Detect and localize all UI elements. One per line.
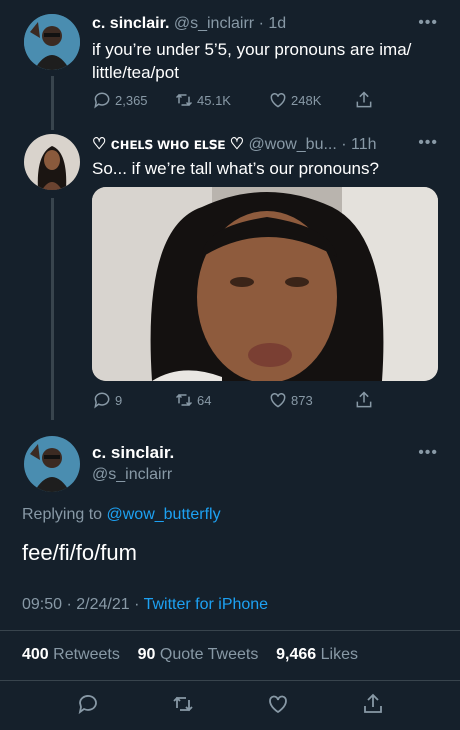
engagement-stats: 400 Retweets 90 Quote Tweets 9,466 Likes (22, 646, 358, 664)
retweets-stat[interactable]: 400 Retweets (22, 646, 124, 663)
retweet-total: 400 (22, 646, 49, 663)
tweet2-text: So... if we’re tall what’s our pronouns? (92, 159, 379, 178)
display-name[interactable]: ♡ ᴄʜᴇʟꜱ ᴡʜᴏ ᴇʟꜱᴇ ♡ (92, 136, 244, 153)
tweet1-header: c. sinclair. @s_inclairr · 1d (92, 15, 286, 33)
like-count: 873 (291, 392, 313, 408)
share-button[interactable] (354, 90, 377, 110)
thread-line-1 (51, 76, 54, 130)
share-icon[interactable] (361, 692, 385, 716)
tweet-text-line: little/tea/pot (92, 63, 179, 82)
tweet1-actions: 2,365 45.1K 248K (92, 90, 377, 110)
replying-to-link[interactable]: @wow_butterfly (107, 506, 221, 523)
retweet-icon (175, 93, 193, 107)
quote-label: Quote Tweets (159, 646, 259, 663)
like-button[interactable]: 873 (268, 390, 354, 410)
retweet-icon (175, 393, 193, 407)
reply-count: 9 (115, 392, 123, 408)
reply-icon (94, 92, 110, 109)
more-icon[interactable]: ••• (418, 14, 438, 32)
share-icon (356, 91, 372, 108)
tweet-text-line: if you’re under 5’5, your pronouns are i… (92, 40, 412, 59)
replying-to: Replying to @wow_butterfly (22, 506, 221, 524)
thread-line-2 (51, 198, 54, 420)
tweet1-text: if you’re under 5’5, your pronouns are i… (92, 38, 411, 84)
quote-tweets-stat[interactable]: 90 Quote Tweets (138, 646, 263, 663)
tweet-media-image[interactable] (92, 187, 438, 381)
divider (0, 680, 460, 681)
retweet-label: Retweets (53, 646, 120, 663)
replying-prefix: Replying to (22, 506, 103, 523)
share-button[interactable] (354, 390, 377, 410)
like-total: 9,466 (276, 646, 317, 663)
main-handle[interactable]: @s_inclairr (92, 466, 172, 484)
timestamp[interactable]: · 1d (259, 15, 287, 32)
like-label: Likes (320, 646, 358, 663)
like-icon (270, 392, 286, 408)
avatar[interactable] (24, 134, 80, 190)
display-name[interactable]: c. sinclair. (92, 15, 169, 32)
share-icon (356, 391, 372, 408)
avatar[interactable] (24, 14, 80, 70)
main-display-name[interactable]: c. sinclair. (92, 443, 174, 463)
likes-stat[interactable]: 9,466 Likes (276, 646, 358, 663)
retweet-count: 45.1K (197, 92, 231, 108)
tweet-source[interactable]: Twitter for iPhone (144, 596, 269, 613)
like-button[interactable]: 248K (268, 90, 354, 110)
avatar[interactable] (24, 436, 80, 492)
reply-icon[interactable] (76, 692, 100, 716)
reply-button[interactable]: 2,365 (92, 90, 174, 110)
like-count: 248K (291, 92, 322, 108)
tweet-meta: 09:50 · 2/24/21 · Twitter for iPhone (22, 596, 268, 614)
reply-count: 2,365 (115, 92, 148, 108)
main-tweet-text: fee/fi/fo/fum (22, 540, 137, 565)
quote-total: 90 (137, 646, 156, 663)
retweet-count: 64 (197, 392, 212, 408)
retweet-button[interactable]: 45.1K (174, 90, 268, 110)
retweet-button[interactable]: 64 (174, 390, 268, 410)
more-icon[interactable]: ••• (418, 134, 438, 152)
like-icon[interactable] (266, 692, 290, 716)
timestamp[interactable]: · 11h (341, 136, 376, 153)
divider (0, 630, 460, 631)
more-icon[interactable]: ••• (418, 444, 438, 462)
tweet-timestamp[interactable]: 09:50 · 2/24/21 · (22, 596, 139, 613)
handle[interactable]: @s_inclairr (174, 15, 254, 32)
tweet2-actions: 9 64 873 (92, 390, 377, 410)
handle[interactable]: @wow_bu... (249, 136, 337, 153)
main-tweet-actions (0, 692, 460, 716)
like-icon (270, 92, 286, 108)
reply-icon (94, 392, 110, 409)
tweet2-header: ♡ ᴄʜᴇʟꜱ ᴡʜᴏ ᴇʟꜱᴇ ♡ @wow_bu... · 11h (92, 134, 377, 154)
retweet-icon[interactable] (171, 692, 195, 716)
reply-button[interactable]: 9 (92, 390, 174, 410)
